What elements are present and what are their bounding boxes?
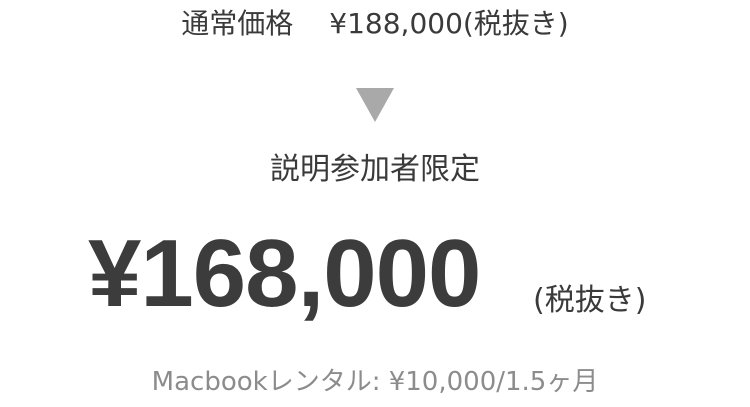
tax-note: (税抜き) [533, 283, 647, 318]
offer-label: 説明参加者限定 [270, 152, 480, 187]
regular-price-label: 通常価格 [181, 7, 294, 40]
sale-price: ¥168,000 [88, 220, 481, 327]
regular-price-line: 通常価格 ¥188,000(税抜き) [0, 4, 750, 44]
regular-price-value: ¥188,000(税抜き) [329, 7, 569, 40]
down-triangle-icon [356, 88, 394, 122]
pricing-panel: 通常価格 ¥188,000(税抜き) 説明参加者限定 ¥168,000 (税抜き)… [0, 0, 750, 407]
rental-info: Macbookレンタル: ¥10,000/1.5ヶ月 [151, 367, 599, 397]
